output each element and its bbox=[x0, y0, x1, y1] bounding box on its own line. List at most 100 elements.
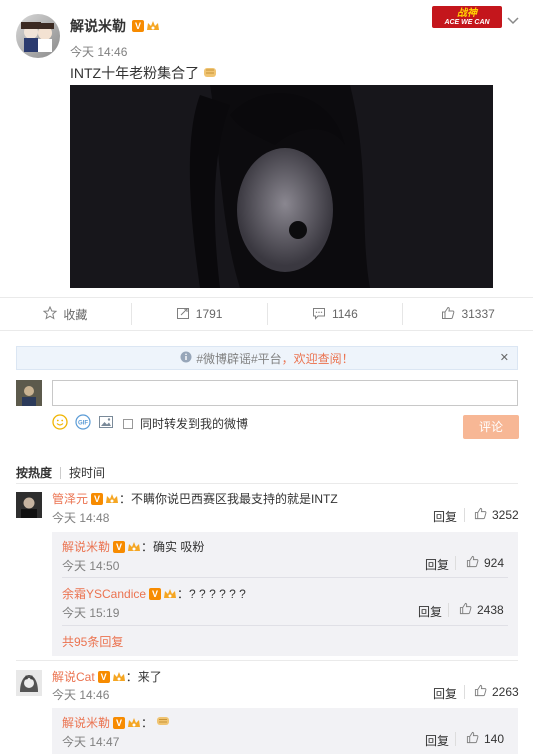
vip-crown-icon bbox=[163, 588, 177, 600]
verified-badge: V bbox=[97, 670, 110, 683]
thumbs-up-icon bbox=[466, 731, 479, 747]
reply-text: ：? ? ? ? ? ? bbox=[177, 587, 246, 601]
reply-line: 余霜YSCandice V ：? ? ? ? ? ? bbox=[62, 585, 246, 602]
forward-count: 1791 bbox=[195, 307, 223, 321]
brand-logo-text: ACE WE CAN bbox=[444, 18, 490, 26]
reply-like-count: 2438 bbox=[477, 603, 504, 617]
vip-crown-icon bbox=[146, 20, 160, 32]
reply-time: 今天 14:50 bbox=[62, 559, 120, 573]
comment-like-count: 3252 bbox=[492, 508, 519, 522]
post-text-content: INTZ十年老粉集合了 bbox=[70, 65, 200, 81]
post-time[interactable]: 今天 14:46 bbox=[70, 43, 127, 60]
tab-sort-time[interactable]: 按时间 bbox=[69, 464, 105, 481]
comment-icon bbox=[312, 306, 326, 323]
comment-button[interactable]: 1146 bbox=[268, 306, 403, 323]
divider bbox=[62, 625, 508, 626]
reply-like-count: 924 bbox=[484, 556, 505, 570]
rumor-notice-banner: #微博辟谣#平台 ，欢迎查阅！ ✕ bbox=[16, 346, 518, 370]
divider bbox=[455, 732, 456, 746]
author-name[interactable]: 解说米勒 bbox=[70, 16, 126, 36]
divider bbox=[464, 508, 465, 522]
comment-text: ：来了 bbox=[125, 670, 162, 684]
commenter-avatar[interactable] bbox=[16, 670, 42, 696]
gif-icon[interactable]: GIF bbox=[75, 414, 91, 433]
repost-label: 同时转发到我的微博 bbox=[140, 417, 249, 431]
view-more-replies-link[interactable]: 共95条回复 bbox=[62, 633, 123, 650]
comment-input[interactable] bbox=[52, 380, 518, 406]
like-count: 31337 bbox=[461, 307, 495, 321]
author-avatar[interactable] bbox=[16, 14, 60, 58]
post-text: INTZ十年老粉集合了 bbox=[70, 63, 218, 83]
repost-checkbox[interactable] bbox=[123, 418, 133, 429]
current-user-avatar[interactable] bbox=[16, 380, 42, 406]
tab-divider bbox=[60, 466, 62, 479]
chevron-down-icon[interactable] bbox=[507, 14, 519, 28]
info-icon bbox=[180, 351, 192, 366]
reply-line: 解说米勒 V ：确实 吸粉 bbox=[62, 538, 204, 555]
commenter-name[interactable]: 解说Cat bbox=[52, 668, 95, 685]
image-icon[interactable] bbox=[98, 414, 114, 433]
comment-like-count: 2263 bbox=[492, 685, 519, 699]
verified-badge: V bbox=[91, 492, 104, 505]
reply-like-button[interactable]: 924 bbox=[466, 555, 504, 571]
fist-emoji-icon bbox=[202, 65, 218, 82]
reply-button[interactable]: 回复 bbox=[425, 556, 449, 573]
comment-like-button[interactable]: 2263 bbox=[474, 684, 519, 700]
post-video[interactable] bbox=[70, 85, 493, 288]
composer-toolbar: GIF 同时转发到我的微博 bbox=[52, 414, 248, 433]
thumbs-up-icon bbox=[466, 555, 479, 571]
thumbs-up-icon bbox=[474, 507, 487, 523]
favorite-label: 收藏 bbox=[63, 307, 88, 322]
reply-button[interactable]: 回复 bbox=[418, 603, 442, 620]
reply-time: 今天 14:47 bbox=[62, 735, 120, 749]
close-icon[interactable]: ✕ bbox=[500, 351, 509, 364]
thumbs-up-icon bbox=[474, 684, 487, 700]
replier-name[interactable]: 解说米勒 bbox=[62, 714, 110, 731]
verified-badge: V bbox=[149, 587, 162, 600]
forward-icon bbox=[176, 306, 190, 323]
replier-name[interactable]: 余霜YSCandice bbox=[62, 585, 146, 602]
comment-count: 1146 bbox=[331, 307, 358, 321]
reply-button[interactable]: 回复 bbox=[425, 732, 449, 749]
vip-crown-icon bbox=[127, 541, 141, 553]
commenter-name[interactable]: 管泽元 bbox=[52, 490, 88, 507]
reply-line: 解说米勒 V ： bbox=[62, 714, 171, 731]
vip-crown-icon bbox=[127, 717, 141, 729]
star-icon bbox=[43, 305, 58, 323]
reply-button[interactable]: 回复 bbox=[433, 685, 457, 702]
fist-emoji-icon bbox=[155, 715, 171, 730]
svg-text:GIF: GIF bbox=[78, 421, 88, 427]
comment-text: ：不瞒你说巴西赛区我最支持的就是INTZ bbox=[119, 492, 338, 506]
comment-line: 解说Cat V ：来了 bbox=[52, 668, 162, 685]
post-action-bar: 收藏 1791 1146 31337 bbox=[0, 297, 533, 331]
comment-like-button[interactable]: 3252 bbox=[474, 507, 519, 523]
divider bbox=[62, 577, 508, 578]
reply-like-count: 140 bbox=[484, 732, 505, 746]
divider bbox=[16, 483, 518, 484]
verified-badge: V bbox=[113, 540, 126, 553]
divider bbox=[16, 660, 518, 661]
commenter-avatar[interactable] bbox=[16, 492, 42, 518]
thumbs-up-icon bbox=[459, 602, 472, 618]
comment-line: 管泽元 V ：不瞒你说巴西赛区我最支持的就是INTZ bbox=[52, 490, 338, 507]
like-button[interactable]: 31337 bbox=[403, 306, 533, 323]
brand-logo: 战神 ACE WE CAN bbox=[432, 6, 502, 28]
divider bbox=[464, 685, 465, 699]
notice-text: ，欢迎查阅！ bbox=[281, 351, 354, 366]
vip-crown-icon bbox=[112, 671, 126, 683]
reply-button[interactable]: 回复 bbox=[433, 508, 457, 525]
comment-time: 今天 14:48 bbox=[52, 511, 110, 525]
tab-sort-hot[interactable]: 按热度 bbox=[16, 464, 52, 481]
submit-comment-button[interactable]: 评论 bbox=[463, 415, 519, 439]
reply-like-button[interactable]: 2438 bbox=[459, 602, 504, 618]
sort-tabs: 按热度 按时间 bbox=[16, 464, 105, 481]
replier-name[interactable]: 解说米勒 bbox=[62, 538, 110, 555]
divider bbox=[448, 603, 449, 617]
brand-logo-title: 战神 bbox=[457, 7, 477, 19]
reply-like-button[interactable]: 140 bbox=[466, 731, 504, 747]
forward-button[interactable]: 1791 bbox=[132, 306, 267, 323]
thumbs-up-icon bbox=[441, 306, 455, 323]
emoji-icon[interactable] bbox=[52, 414, 68, 433]
notice-tag-link[interactable]: #微博辟谣#平台 bbox=[196, 350, 281, 367]
favorite-button[interactable]: 收藏 bbox=[0, 305, 131, 323]
